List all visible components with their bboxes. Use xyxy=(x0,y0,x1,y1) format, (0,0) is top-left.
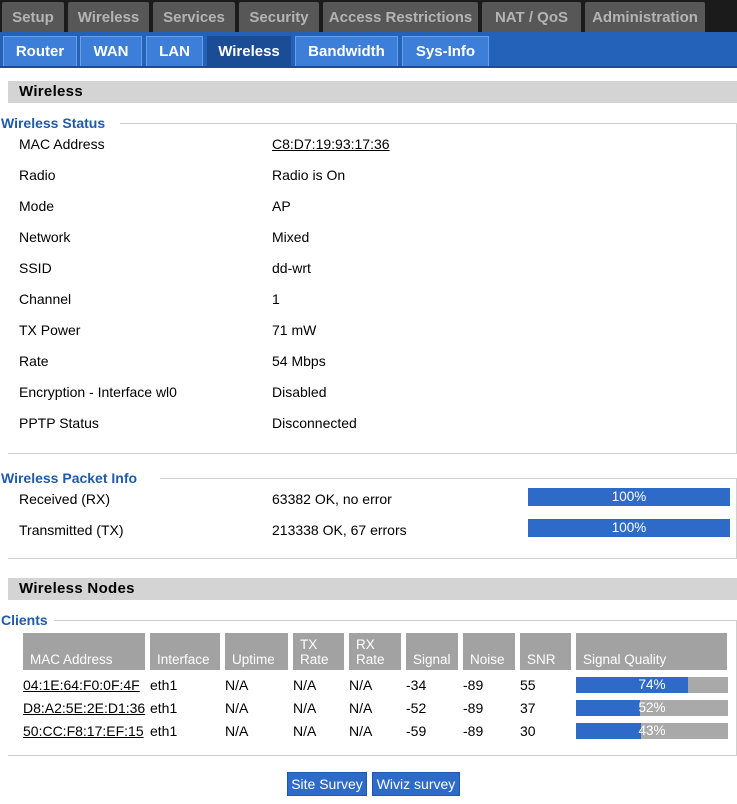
channel-value: 1 xyxy=(272,291,280,307)
signal-quality-percent: 43% xyxy=(638,723,666,738)
wireless-status-frame xyxy=(8,123,737,454)
col-signal[interactable]: Signal xyxy=(406,633,459,670)
client-interface: eth1 xyxy=(150,677,178,693)
wiviz-survey-button[interactable]: Wiviz survey xyxy=(372,772,460,796)
section-title: Wireless xyxy=(8,81,737,103)
client-mac-link[interactable]: 50:CC:F8:17:EF:15 xyxy=(23,723,144,739)
client-interface: eth1 xyxy=(150,700,178,716)
ssid-label: SSID xyxy=(19,260,52,276)
tx-power-value: 71 mW xyxy=(272,322,317,338)
subtab-router[interactable]: Router xyxy=(3,36,77,66)
client-rx-rate: N/A xyxy=(349,723,373,739)
encryption-label: Encryption - Interface wl0 xyxy=(19,384,177,400)
radio-value: Radio is On xyxy=(272,167,346,183)
network-value: Mixed xyxy=(272,229,310,245)
rate-value: 54 Mbps xyxy=(272,353,326,369)
clients-legend: Clients xyxy=(1,612,54,628)
client-tx-rate: N/A xyxy=(293,677,317,693)
client-snr: 30 xyxy=(520,723,536,739)
col-noise[interactable]: Noise xyxy=(463,633,516,670)
tx-value: 213338 OK, 67 errors xyxy=(272,522,407,538)
wireless-status-legend: Wireless Status xyxy=(1,115,112,131)
client-tx-rate: N/A xyxy=(293,700,317,716)
client-snr: 55 xyxy=(520,677,536,693)
subtab-wan[interactable]: WAN xyxy=(80,36,142,66)
subtab-lan[interactable]: LAN xyxy=(146,36,203,66)
network-label: Network xyxy=(19,229,71,245)
rx-meter: 100% xyxy=(528,488,730,506)
col-rx-rate-label: RX Rate xyxy=(356,637,385,667)
mac-address-link[interactable]: C8:D7:19:93:17:36 xyxy=(272,136,390,152)
col-rx-rate[interactable]: RX Rate xyxy=(349,633,402,670)
client-snr: 37 xyxy=(520,700,536,716)
subtab-wireless[interactable]: Wireless xyxy=(207,36,291,66)
ssid-value: dd-wrt xyxy=(272,260,311,276)
signal-quality-percent: 52% xyxy=(638,700,666,715)
tab-security[interactable]: Security xyxy=(239,2,319,32)
tx-label: Transmitted (TX) xyxy=(19,522,124,538)
tx-meter-percent: 100% xyxy=(611,520,647,535)
rx-meter-percent: 100% xyxy=(611,489,647,504)
client-mac-link[interactable]: D8:A2:5E:2E:D1:36 xyxy=(23,700,145,716)
encryption-value: Disabled xyxy=(272,384,327,400)
client-signal-quality-bar: 74% xyxy=(576,677,728,693)
col-tx-rate-label: TX Rate xyxy=(300,637,329,667)
rx-value: 63382 OK, no error xyxy=(272,491,392,507)
client-mac-link[interactable]: 04:1E:64:F0:0F:4F xyxy=(23,677,140,693)
client-noise: -89 xyxy=(463,700,484,716)
client-uptime: N/A xyxy=(225,723,249,739)
col-mac-address[interactable]: MAC Address xyxy=(23,633,146,670)
tab-setup[interactable]: Setup xyxy=(2,2,64,32)
clients-rule xyxy=(54,620,737,621)
client-uptime: N/A xyxy=(225,677,249,693)
tx-meter: 100% xyxy=(528,519,730,537)
client-rx-rate: N/A xyxy=(349,700,373,716)
mode-value: AP xyxy=(272,198,291,214)
client-interface: eth1 xyxy=(150,723,178,739)
nodes-title: Wireless Nodes xyxy=(8,578,737,600)
subtab-sys-info[interactable]: Sys-Info xyxy=(402,36,489,66)
col-signal-quality[interactable]: Signal Quality xyxy=(576,633,728,670)
client-noise: -89 xyxy=(463,723,484,739)
tab-administration[interactable]: Administration xyxy=(585,2,705,32)
mode-label: Mode xyxy=(19,198,55,214)
client-noise: -89 xyxy=(463,677,484,693)
tx-power-label: TX Power xyxy=(19,322,81,338)
client-uptime: N/A xyxy=(225,700,249,716)
client-signal-quality-bar: 43% xyxy=(576,723,728,739)
channel-label: Channel xyxy=(19,291,72,307)
signal-quality-percent: 74% xyxy=(638,677,666,692)
client-signal-quality-bar: 52% xyxy=(576,700,728,716)
col-interface[interactable]: Interface xyxy=(150,633,221,670)
packet-info-legend: Wireless Packet Info xyxy=(1,470,144,486)
client-rx-rate: N/A xyxy=(349,677,373,693)
client-signal: -59 xyxy=(406,723,427,739)
col-tx-rate[interactable]: TX Rate xyxy=(293,633,345,670)
pptp-status-value: Disconnected xyxy=(272,415,357,431)
site-survey-button[interactable]: Site Survey xyxy=(287,772,367,796)
sub-nav: Router WAN LAN Wireless Bandwidth Sys-In… xyxy=(0,32,737,68)
radio-label: Radio xyxy=(19,167,56,183)
rate-label: Rate xyxy=(19,353,49,369)
wireless-status-rule xyxy=(120,123,737,124)
pptp-status-label: PPTP Status xyxy=(19,415,99,431)
packet-info-rule xyxy=(160,478,737,479)
tab-access-restrictions[interactable]: Access Restrictions xyxy=(323,2,478,32)
top-nav: Setup Wireless Services Security Access … xyxy=(0,0,737,32)
tab-services[interactable]: Services xyxy=(153,2,235,32)
mac-address-label: MAC Address xyxy=(19,136,105,152)
subtab-bandwidth[interactable]: Bandwidth xyxy=(295,36,398,66)
rx-label: Received (RX) xyxy=(19,491,111,507)
client-signal: -52 xyxy=(406,700,427,716)
client-signal: -34 xyxy=(406,677,427,693)
col-snr[interactable]: SNR xyxy=(520,633,572,670)
client-tx-rate: N/A xyxy=(293,723,317,739)
tab-nat-qos[interactable]: NAT / QoS xyxy=(482,2,581,32)
tab-wireless[interactable]: Wireless xyxy=(68,2,149,32)
col-uptime[interactable]: Uptime xyxy=(225,633,289,670)
